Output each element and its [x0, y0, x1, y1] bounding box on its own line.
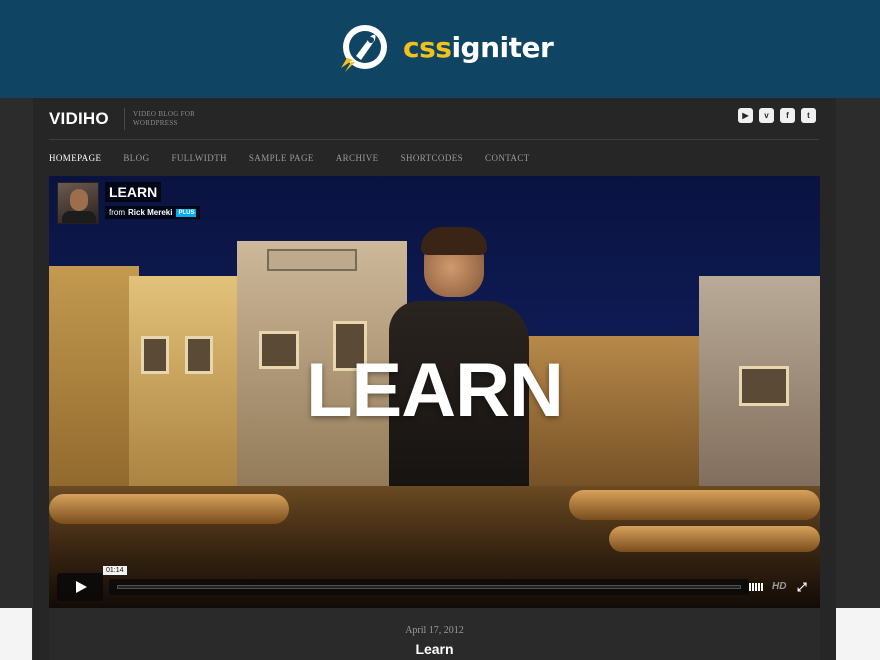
- cssigniter-logo[interactable]: cssigniter: [331, 22, 554, 74]
- post-header: April 17, 2012 Learn: [49, 608, 820, 660]
- timecode-badge: 01:14: [103, 566, 127, 575]
- facebook-icon[interactable]: f: [780, 108, 795, 123]
- video-title-overlay: LEARN: [306, 348, 564, 433]
- wordmark-igniter: igniter: [451, 31, 554, 64]
- byline-prefix: from: [109, 208, 125, 217]
- volume-bar: [761, 583, 763, 591]
- video-scene-log: [49, 494, 289, 524]
- hd-toggle[interactable]: HD: [772, 581, 786, 592]
- video-byline: from Rick Mereki PLUS: [105, 206, 201, 219]
- post-date: April 17, 2012: [405, 625, 464, 636]
- author-avatar[interactable]: [57, 182, 99, 224]
- nav-item-shortcodes[interactable]: SHORTCODES: [401, 153, 463, 163]
- nav-item-sample-page[interactable]: SAMPLE PAGE: [249, 153, 314, 163]
- theme-preview: VIDIHO VIDEO BLOG FOR WORDPRESS ▶ v f t …: [33, 98, 836, 660]
- twitter-icon[interactable]: t: [801, 108, 816, 123]
- fullscreen-icon[interactable]: ⤢: [797, 580, 807, 595]
- nav-item-fullwidth[interactable]: FULLWIDTH: [171, 153, 226, 163]
- nav-item-blog[interactable]: BLOG: [123, 153, 149, 163]
- video-author-link[interactable]: Rick Mereki: [128, 208, 172, 217]
- main-nav: HOMEPAGE BLOG FULLWIDTH SAMPLE PAGE ARCH…: [49, 153, 530, 163]
- preview-stage: VIDIHO VIDEO BLOG FOR WORDPRESS ▶ v f t …: [0, 98, 880, 660]
- volume-bar: [749, 583, 751, 591]
- plus-badge: PLUS: [176, 208, 197, 217]
- video-title[interactable]: LEARN: [105, 182, 162, 202]
- progress-bar[interactable]: [109, 579, 749, 595]
- cssigniter-wordmark: cssigniter: [403, 31, 554, 64]
- avatar-face: [70, 189, 88, 211]
- volume-bar: [752, 583, 754, 591]
- wordmark-css: css: [403, 31, 452, 64]
- header-divider: [49, 139, 819, 140]
- avatar-shirt: [62, 211, 96, 223]
- volume-bar: [758, 583, 760, 591]
- progress-track[interactable]: [117, 585, 741, 589]
- video-scene-log: [569, 490, 820, 520]
- brand-divider: [124, 108, 125, 130]
- page-gutter-left: [0, 608, 32, 660]
- video-info: LEARN from Rick Mereki PLUS: [57, 182, 201, 224]
- site-brand[interactable]: VIDIHO: [49, 109, 109, 129]
- nav-item-archive[interactable]: ARCHIVE: [336, 153, 379, 163]
- cssigniter-banner: cssigniter: [0, 0, 880, 98]
- play-icon: [76, 581, 87, 593]
- rider-hair: [421, 227, 487, 255]
- video-player[interactable]: LEARN LEARN from Rick Mereki PLUS 01:14 …: [49, 176, 820, 608]
- video-meta: LEARN from Rick Mereki PLUS: [105, 182, 201, 224]
- nav-item-homepage[interactable]: HOMEPAGE: [49, 153, 101, 163]
- site-tagline: VIDEO BLOG FOR WORDPRESS: [133, 110, 196, 127]
- page-gutter-right: [836, 608, 880, 660]
- volume-bar: [755, 583, 757, 591]
- social-links: ▶ v f t: [738, 108, 816, 123]
- youtube-icon[interactable]: ▶: [738, 108, 753, 123]
- play-button[interactable]: [57, 573, 103, 601]
- rocket-icon: [331, 22, 391, 74]
- video-controls: 01:14 HD ⤢: [49, 566, 820, 608]
- video-scene-sign: [267, 249, 357, 271]
- post-title[interactable]: Learn: [49, 641, 820, 657]
- volume-icon[interactable]: [749, 583, 763, 591]
- video-scene-log: [609, 526, 820, 552]
- vimeo-icon[interactable]: v: [759, 108, 774, 123]
- nav-item-contact[interactable]: CONTACT: [485, 153, 530, 163]
